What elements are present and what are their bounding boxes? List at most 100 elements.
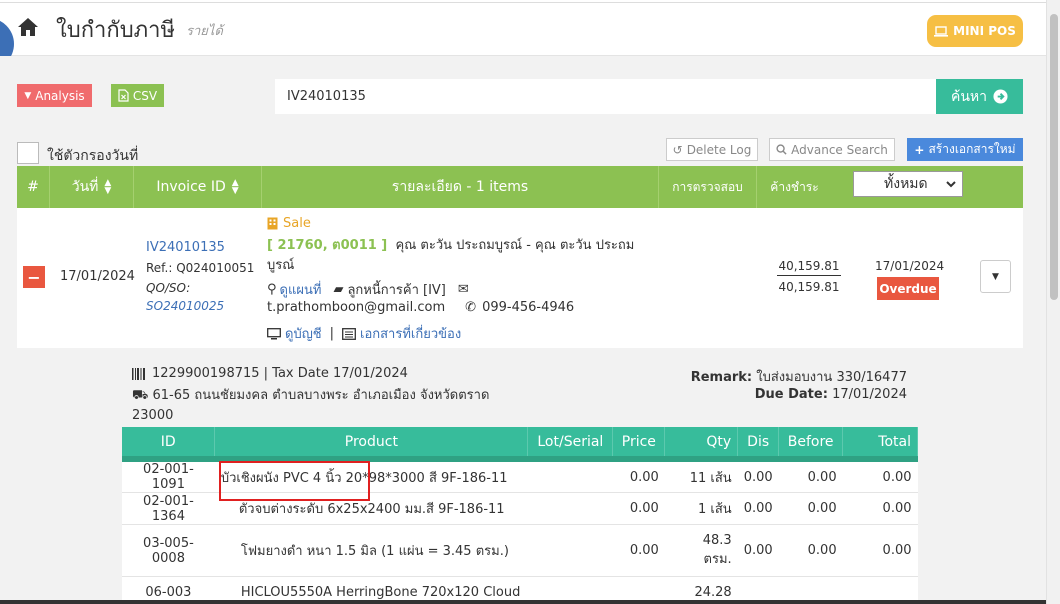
column-invoice-id[interactable]: Invoice ID ▲ ▼	[133, 166, 261, 208]
advance-search-button[interactable]: Advance Search	[769, 138, 895, 161]
scrollbar-thumb[interactable]	[1050, 14, 1058, 300]
document-links: ดูบัญชี | เอกสารที่เกี่ยวข้อง	[267, 323, 461, 344]
link-separator: |	[329, 326, 334, 341]
status-filter-select[interactable]: ทั้งหมด	[853, 171, 963, 197]
customer-contact: t.prathomboon@gmail.com ✆ 099-456-4946	[267, 300, 574, 315]
invoice-id-link[interactable]: IV24010135	[146, 240, 225, 255]
product-column-header: Product	[214, 427, 529, 462]
customer-info: [ 21760, ต0011 ] คุณ ตะวัน ประถมบูรณ์ - …	[267, 236, 652, 276]
tax-info: 1229900198715 | Tax Date 17/01/2024	[132, 366, 408, 381]
product-lot	[527, 524, 613, 577]
column-hash-label: #	[27, 179, 39, 195]
invoice-table-header: # วันที่ ▲ ▼ Invoice ID ▲ ▼ รายละเอียด - 1…	[17, 166, 1023, 208]
arrow-circle-right-icon	[993, 89, 1008, 104]
new-document-button[interactable]: + สร้างเอกสารใหม่	[907, 138, 1023, 161]
product-total: 0.00	[842, 524, 918, 577]
map-marker-icon: ⚲	[267, 282, 277, 297]
amount-outstanding: 40,159.81	[778, 280, 840, 294]
product-column-header: ID	[122, 427, 216, 462]
book-icon: ▰	[333, 282, 344, 297]
product-price: 0.00	[612, 492, 665, 525]
mini-pos-button[interactable]: MINI POS	[927, 15, 1023, 47]
page-subtitle: รายได้	[186, 24, 223, 39]
product-lot	[527, 492, 613, 525]
product-row: 02-001-1364 ตัวจบต่างระดับ 6x25x2400 มม.…	[122, 492, 918, 525]
amount-total: 40,159.81	[777, 259, 841, 276]
product-name: บัวเชิงผนัง PVC 4 นิ้ว 20*98*3000 สี 9F-…	[214, 459, 528, 493]
document-type-label: Sale	[283, 216, 311, 231]
product-column-header: Price	[612, 427, 666, 462]
qo-so-label: QO/SO:	[146, 281, 191, 295]
view-account-link[interactable]: ดูบัญชี	[267, 323, 322, 344]
product-before: 0.00	[778, 492, 843, 525]
desktop-icon	[267, 327, 281, 339]
search-input[interactable]	[275, 79, 936, 114]
home-icon[interactable]	[16, 15, 40, 39]
product-id: 02-001-1364	[122, 492, 215, 525]
customer-phone: 099-456-4946	[482, 300, 575, 315]
analysis-button[interactable]: ▼ Analysis	[17, 84, 92, 107]
sort-icon: ▲ ▼	[231, 178, 239, 196]
file-excel-icon	[118, 89, 129, 102]
due-date-value: 17/01/2024	[832, 387, 907, 402]
delete-log-button[interactable]: ↺ Delete Log	[666, 138, 758, 161]
customer-links: ⚲ ดูแผนที่ ▰ ลูกหนี้การค้า [IV] ✉	[267, 279, 469, 300]
caret-down-icon: ▼	[992, 271, 999, 282]
product-column-header: Before	[778, 427, 844, 462]
column-outstanding-label: ค้างชำระ	[770, 179, 819, 194]
product-dis: 0.00	[737, 492, 779, 525]
invoice-date: 17/01/2024	[60, 269, 135, 284]
csv-button[interactable]: CSV	[111, 84, 164, 107]
product-name: โฟมยางดำ หนา 1.5 มิล (1 แผ่น = 3.45 ตรม.…	[214, 524, 528, 577]
column-invoice-id-label: Invoice ID	[156, 179, 226, 195]
date-filter-checkbox[interactable]	[17, 142, 39, 164]
product-qty: 11 เส้น	[664, 459, 738, 493]
row-actions-dropdown[interactable]: ▼	[980, 260, 1011, 293]
product-column-header: Lot/Serial	[527, 427, 614, 462]
so-link[interactable]: SO24010025	[146, 299, 224, 313]
column-check-label: การตรวจสอบ	[672, 179, 743, 194]
list-icon	[342, 327, 356, 340]
envelope-icon: ✉	[457, 282, 469, 297]
barcode-icon	[132, 367, 145, 380]
document-type: Sale	[267, 216, 311, 231]
mini-pos-label: MINI POS	[953, 24, 1016, 38]
map-link[interactable]: ดูแผนที่	[280, 279, 322, 300]
product-table-header: ID Product Lot/Serial Price Qty Dis Befo…	[122, 427, 918, 462]
caret-down-icon: ▼	[24, 90, 32, 101]
delete-log-label: Delete Log	[686, 142, 752, 157]
column-outstanding: ค้างชำระ	[756, 166, 832, 208]
product-id: 03-005-0008	[122, 524, 215, 577]
product-qty: 48.3 ตรม.	[664, 524, 738, 577]
column-date[interactable]: วันที่ ▲ ▼	[49, 166, 133, 208]
search-icon	[776, 144, 787, 155]
status-badge: Overdue	[877, 277, 939, 300]
product-total: 0.00	[842, 492, 918, 525]
analysis-label: Analysis	[35, 88, 85, 103]
status-filter-value: ทั้งหมด	[884, 176, 928, 192]
collapse-button[interactable]: −	[23, 266, 45, 288]
remark-value: ใบส่งมอบงาน 330/16477	[756, 370, 907, 385]
address-text: 61-65 ถนนชัยมงคล ตำบลบางพระ อำเภอเมือง จ…	[132, 388, 490, 423]
related-docs-link[interactable]: เอกสารที่เกี่ยวข้อง	[342, 323, 461, 344]
chevron-down-icon	[946, 180, 956, 187]
product-column-header: Total	[842, 427, 918, 462]
search-button[interactable]: ค้นหา	[936, 79, 1023, 114]
page-scrollbar[interactable]	[1046, 0, 1060, 604]
building-icon	[267, 217, 278, 230]
product-column-header: Qty	[664, 427, 739, 462]
customer-email: t.prathomboon@gmail.com	[267, 300, 446, 315]
phone-icon: ✆	[465, 300, 477, 315]
product-column-header: Dis	[737, 427, 780, 462]
view-account-label: ดูบัญชี	[285, 327, 322, 342]
top-border	[0, 0, 1046, 3]
customer-code: [ 21760, ต0011 ]	[267, 238, 388, 253]
column-details: รายละเอียด - 1 items	[261, 166, 658, 208]
product-row: 03-005-0008 โฟมยางดำ หนา 1.5 มิล (1 แผ่น…	[122, 524, 918, 577]
product-before: 0.00	[778, 459, 843, 493]
column-hash: #	[17, 166, 49, 208]
product-row: 02-001-1091 บัวเชิงผนัง PVC 4 นิ้ว 20*98…	[122, 459, 918, 493]
page-title: ใบกำกับภาษี	[56, 18, 176, 43]
content-area: ▼ Analysis CSV ค้นหา ใช้ตัวกรองวันที่ ↺ …	[0, 56, 1046, 604]
due-date-label: Due Date:	[754, 387, 828, 402]
